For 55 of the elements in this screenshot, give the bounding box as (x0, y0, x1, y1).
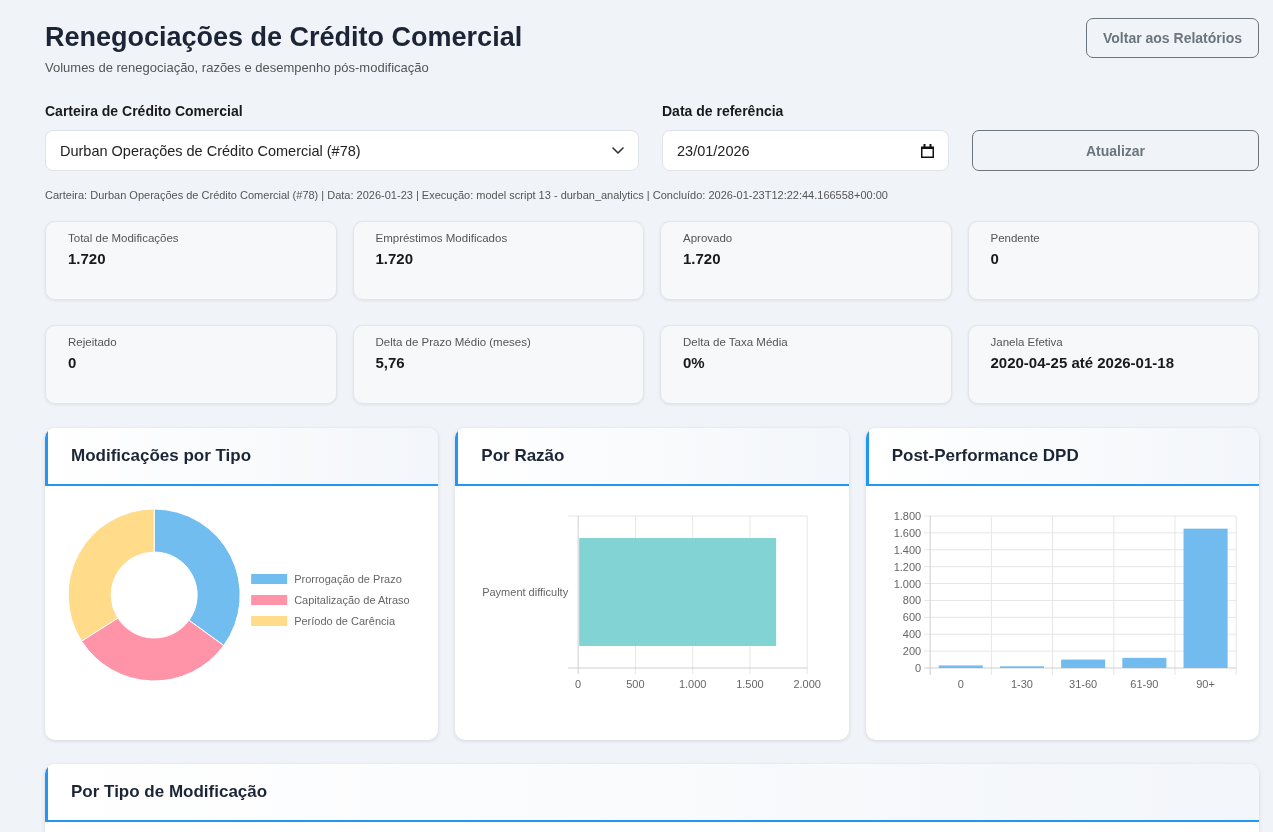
field-label: Carteira de Crédito Comercial (45, 103, 244, 120)
axis-label: 1.000 (679, 678, 707, 690)
chevron-down-icon (612, 147, 624, 154)
axis-label: 2.000 (793, 678, 822, 690)
refresh-button[interactable]: Atualizar (972, 130, 1259, 171)
page-subtitle: Volumes de renegociação, razões e desempenho pós-modificação (45, 60, 430, 76)
kpi-value: 0 (990, 250, 999, 268)
axis-label: 31-60 (1068, 678, 1097, 690)
kpi-value: 1.720 (683, 250, 721, 268)
portfolio-select[interactable]: Durban Operações de Crédito Comercial (#78) (45, 130, 639, 171)
kpi-label: Pendente (990, 231, 1040, 245)
axis-label: 500 (626, 678, 645, 690)
axis-label: 800 (902, 594, 921, 607)
kpi-label: Rejeitado (68, 335, 117, 349)
kpi-label: Aprovado (683, 231, 733, 245)
kpi-label: Delta de Taxa Média (683, 335, 788, 349)
legend-label: Prorrogação de Prazo (294, 573, 402, 585)
axis-label: 0 (957, 678, 964, 690)
run-info-text: Carteira: Durban Operações de Crédito Comercial (#78) | Data: 2026-01-23 | Execução: model script 13 - durban_analytics | Concluído: 2026-01-23T12:22:44.166558+00:00 (45, 188, 889, 202)
axis-label: 0 (914, 662, 921, 674)
axis-label: 61-90 (1129, 678, 1159, 690)
calendar-icon[interactable] (921, 143, 934, 158)
kpi-value: 1.720 (375, 250, 414, 268)
field-label: Data de referência (662, 103, 785, 120)
axis-label: 1.600 (893, 526, 921, 539)
kpi-value: 0 (68, 354, 77, 372)
axis-label: 90+ (1195, 678, 1215, 690)
kpi-label: Janela Efetiva (990, 335, 1063, 349)
card-title: Modificações por Tipo (71, 446, 252, 466)
axis-label: Payment difficulty (482, 586, 569, 598)
axis-label: 1.800 (893, 510, 921, 522)
kpi-label: Empréstimos Modificados (375, 231, 508, 245)
axis-label: 1.500 (736, 678, 764, 690)
kpi-label: Delta de Prazo Médio (meses) (375, 335, 531, 349)
axis-label: 0 (575, 678, 582, 690)
card-title: Post-Performance DPD (891, 446, 1079, 466)
legend-label: Período de Carência (294, 615, 396, 627)
axis-label: 200 (902, 645, 921, 658)
legend-label: Capitalização de Atraso (294, 594, 410, 606)
card-title: Por Tipo de Modificação (71, 782, 268, 802)
page-title: Renegociações de Crédito Comercial (45, 21, 523, 54)
date-field[interactable]: 23/01/2026 (662, 130, 949, 171)
axis-label: 600 (902, 611, 921, 624)
card-title: Por Razão (481, 446, 565, 466)
axis-label: 1.400 (893, 543, 921, 556)
kpi-value: 2020-04-25 até 2026-01-18 (990, 354, 1174, 372)
kpi-label: Total de Modificações (68, 231, 179, 245)
axis-label: 400 (902, 628, 921, 641)
kpi-value: 5,76 (375, 354, 405, 372)
axis-label: 1-30 (1010, 678, 1033, 690)
kpi-value: 1.720 (68, 250, 106, 268)
axis-label: 1.200 (893, 560, 921, 573)
kpi-value: 0% (683, 354, 705, 372)
back-button[interactable]: Voltar aos Relatórios (1086, 18, 1259, 58)
axis-label: 1.000 (893, 577, 921, 590)
